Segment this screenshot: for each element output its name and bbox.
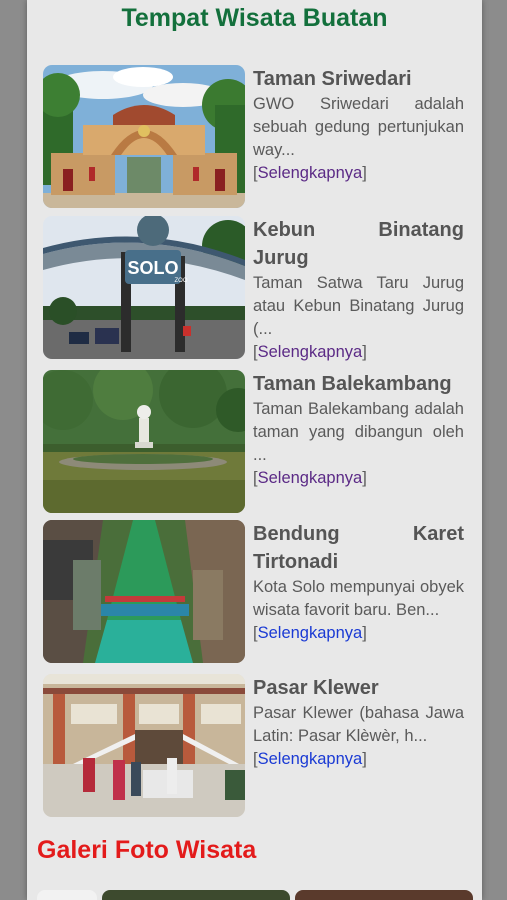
thumbnail-image[interactable] [43, 65, 245, 208]
read-more: [Selengkapnya] [253, 748, 464, 771]
bracket-close: ] [362, 624, 367, 642]
read-more-link[interactable]: Selengkapnya [258, 624, 363, 642]
thumbnail-image[interactable]: SOLO ZOO [43, 216, 245, 359]
gallery-title: Galeri Foto Wisata [37, 836, 257, 864]
item-description: GWO Sriwedari adalah sebuah gedung pertu… [253, 95, 464, 159]
bracket-close: ] [362, 750, 367, 768]
bracket-close: ] [362, 343, 367, 361]
read-more: [Selengkapnya] [253, 341, 464, 364]
zoo-sign-text: SOLO [127, 258, 178, 278]
list-item[interactable]: Bendung Karet Tirtonadi Kota Solo mempun… [43, 520, 467, 663]
item-info: Bendung Karet Tirtonadi Kota Solo mempun… [253, 520, 464, 645]
gallery-thumbnail[interactable] [102, 890, 290, 900]
zoo-sign-subtext: ZOO [175, 278, 188, 284]
item-title[interactable]: Pasar Klewer [253, 674, 464, 702]
item-info: Taman Balekambang Taman Balekambang adal… [253, 370, 464, 490]
item-description: Taman Balekambang adalah taman yang diba… [253, 400, 464, 464]
gallery-thumbnail[interactable] [37, 890, 97, 900]
item-info: Kebun Binatang Jurug Taman Satwa Taru Ju… [253, 216, 464, 364]
item-description: Pasar Klewer (bahasa Jawa Latin: Pasar K… [253, 704, 464, 745]
item-title[interactable]: Kebun Binatang Jurug [253, 216, 464, 272]
item-title[interactable]: Taman Sriwedari [253, 65, 464, 93]
list-item[interactable]: Taman Sriwedari GWO Sriwedari adalah seb… [43, 65, 467, 208]
thumbnail-image[interactable] [43, 370, 245, 513]
thumbnail-image[interactable] [43, 520, 245, 663]
bracket-close: ] [362, 469, 367, 487]
read-more: [Selengkapnya] [253, 622, 464, 645]
read-more-link[interactable]: Selengkapnya [258, 164, 363, 182]
read-more-link[interactable]: Selengkapnya [258, 750, 363, 768]
item-title[interactable]: Bendung Karet Tirtonadi [253, 520, 464, 576]
content-panel: Tempat Wisata Buatan Taman Sriwedari GWO… [27, 0, 482, 900]
item-description: Kota Solo mempunyai obyek wisata favorit… [253, 578, 464, 619]
item-info: Pasar Klewer Pasar Klewer (bahasa Jawa L… [253, 674, 464, 771]
item-info: Taman Sriwedari GWO Sriwedari adalah seb… [253, 65, 464, 185]
gallery-thumbnail[interactable] [295, 890, 473, 900]
thumbnail-image[interactable] [43, 674, 245, 817]
list-item[interactable]: Pasar Klewer Pasar Klewer (bahasa Jawa L… [43, 674, 467, 817]
read-more: [Selengkapnya] [253, 467, 464, 490]
item-title[interactable]: Taman Balekambang [253, 370, 464, 398]
bracket-close: ] [362, 164, 367, 182]
item-description: Taman Satwa Taru Jurug atau Kebun Binata… [253, 274, 464, 338]
read-more-link[interactable]: Selengkapnya [258, 469, 363, 487]
read-more: [Selengkapnya] [253, 162, 464, 185]
list-item[interactable]: Taman Balekambang Taman Balekambang adal… [43, 370, 467, 513]
section-title: Tempat Wisata Buatan [121, 4, 388, 32]
read-more-link[interactable]: Selengkapnya [258, 343, 363, 361]
list-item[interactable]: SOLO ZOO Kebun Binatang Jurug Taman Satw… [43, 216, 467, 361]
